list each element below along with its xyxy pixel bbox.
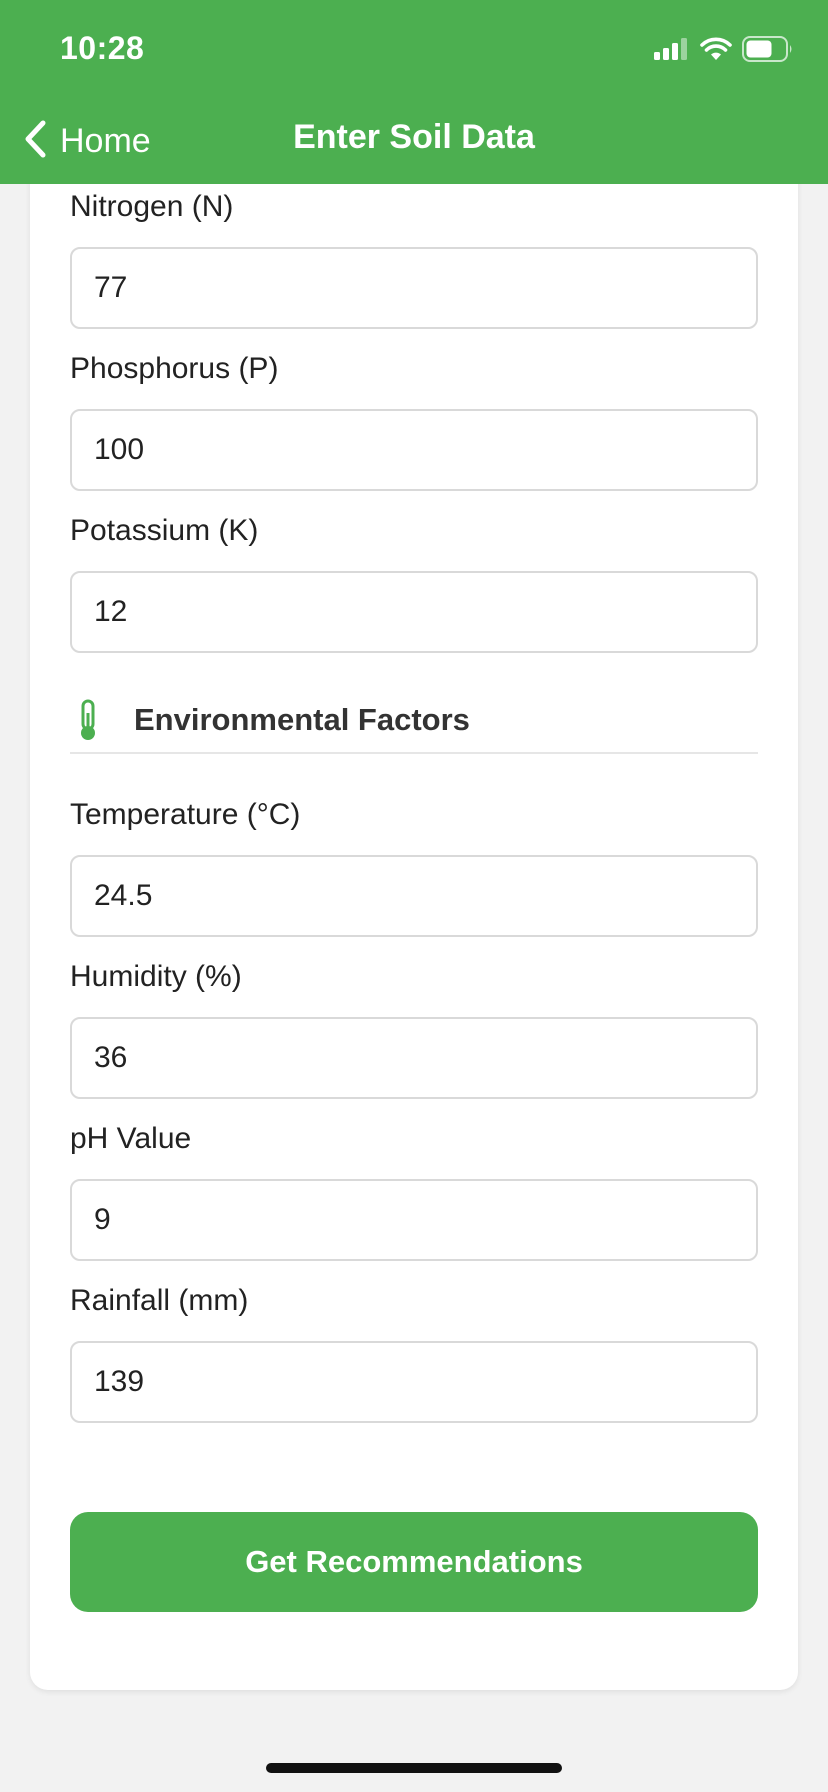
rainfall-field: Rainfall (mm) 139 [70,1281,758,1423]
nitrogen-input[interactable]: 77 [70,247,758,329]
get-recommendations-button[interactable]: Get Recommendations [70,1512,758,1612]
cellular-signal-icon [654,38,690,60]
battery-icon [742,36,794,62]
screen: 10:28 Home Enter Soil Data Nitrogen (N) … [0,0,828,1792]
thermometer-icon [76,698,104,742]
humidity-input[interactable]: 36 [70,1017,758,1099]
rainfall-input[interactable]: 139 [70,1341,758,1423]
phosphorus-field: Phosphorus (P) 100 [70,349,758,491]
section-title: Environmental Factors [134,702,470,737]
status-time: 10:28 [60,30,145,66]
temperature-label: Temperature (°C) [70,798,301,831]
humidity-field: Humidity (%) 36 [70,957,758,1099]
rainfall-label: Rainfall (mm) [70,1284,249,1317]
phosphorus-label: Phosphorus (P) [70,352,279,385]
ph-field: pH Value 9 [70,1119,758,1261]
phosphorus-input[interactable]: 100 [70,409,758,491]
ph-label: pH Value [70,1122,192,1155]
potassium-field: Potassium (K) 12 [70,511,758,653]
status-icons [654,34,794,64]
temperature-field: Temperature (°C) 24.5 [70,795,758,937]
app-header: 10:28 Home Enter Soil Data [0,0,828,184]
humidity-label: Humidity (%) [70,960,242,993]
temperature-input[interactable]: 24.5 [70,855,758,937]
environmental-factors-header: Environmental Factors [70,688,758,754]
potassium-label: Potassium (K) [70,514,259,547]
nitrogen-field: Nitrogen (N) 77 [70,187,758,329]
ph-input[interactable]: 9 [70,1179,758,1261]
home-indicator [266,1763,562,1773]
potassium-input[interactable]: 12 [70,571,758,653]
wifi-icon [700,37,732,61]
page-title: Enter Soil Data [293,118,535,156]
nitrogen-label: Nitrogen (N) [70,190,234,223]
